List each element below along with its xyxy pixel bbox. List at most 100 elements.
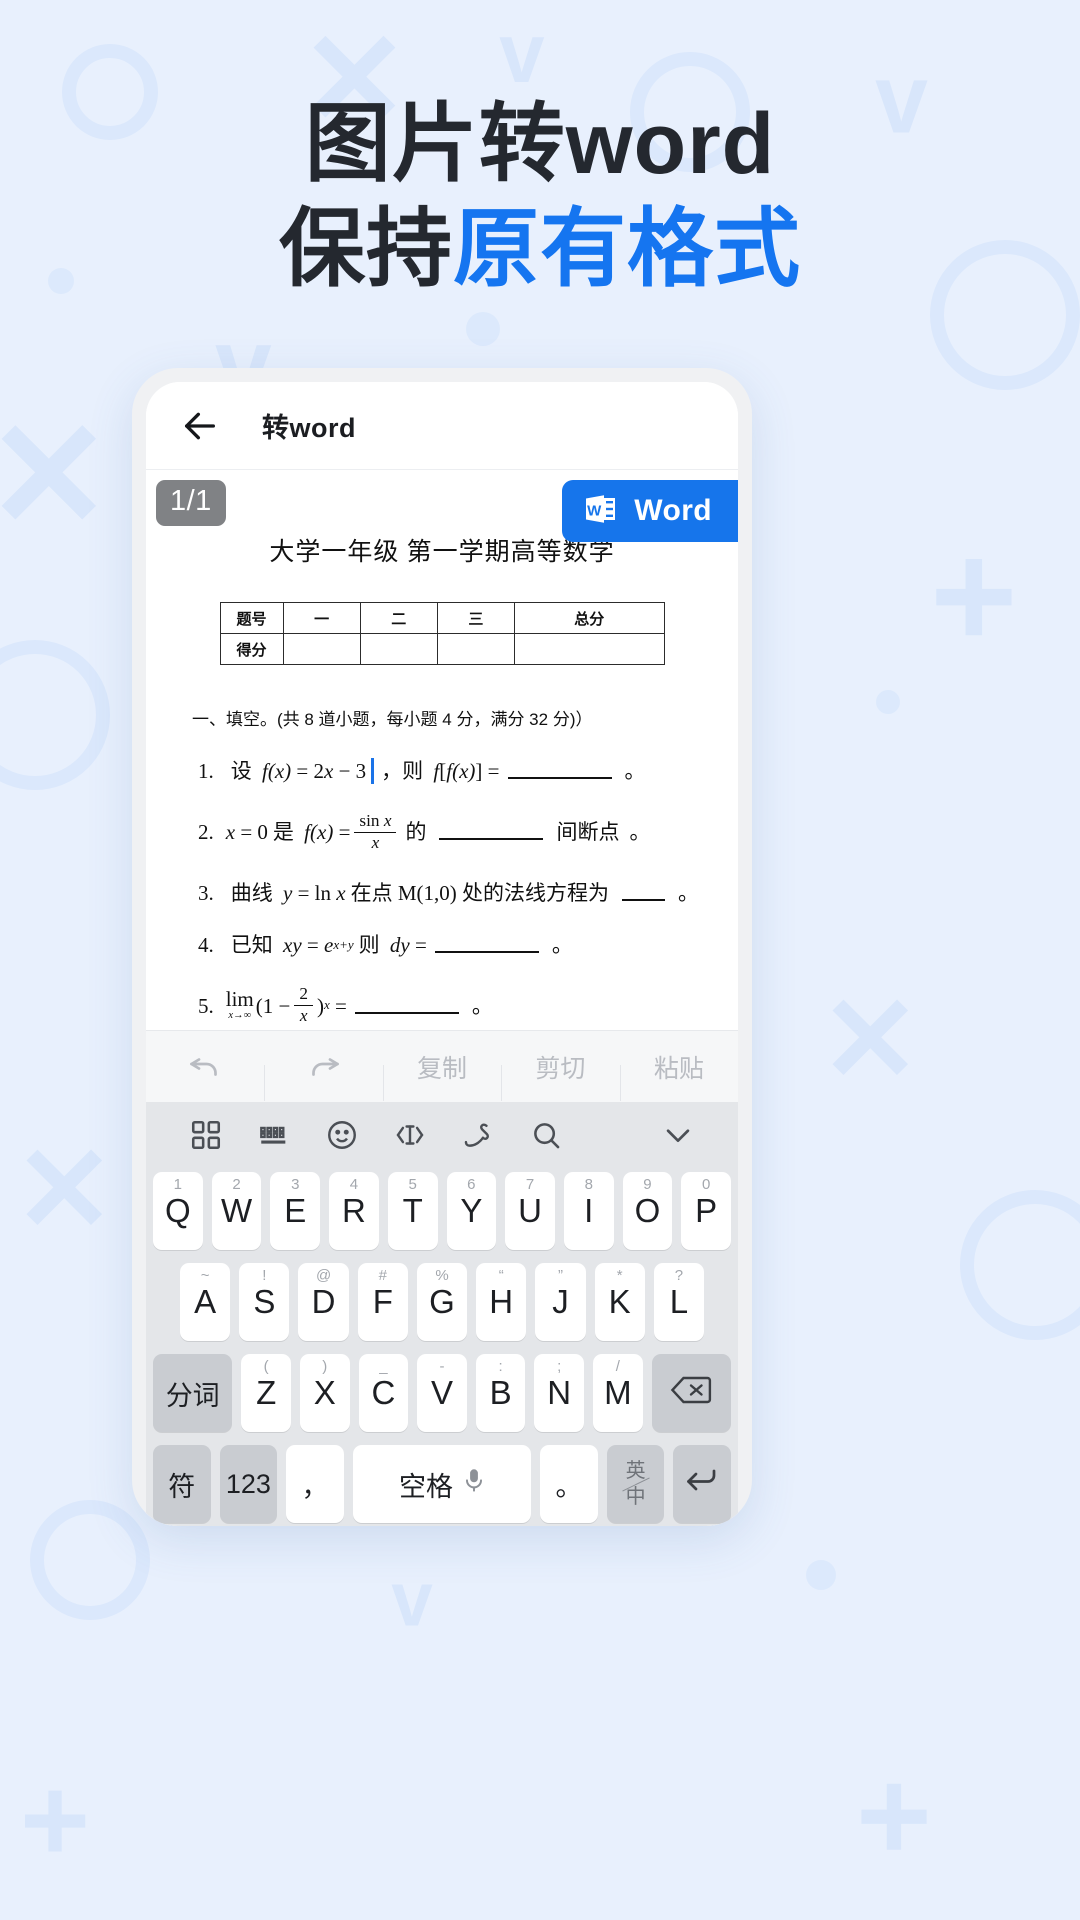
cut-button[interactable]: 剪切: [501, 1049, 619, 1101]
key-d[interactable]: @ D: [298, 1263, 349, 1341]
app-bar: 转word: [146, 382, 738, 470]
key-comma[interactable]: ，: [286, 1445, 344, 1523]
key-x[interactable]: ) X: [299, 1354, 350, 1432]
emoji-icon[interactable]: [308, 1118, 376, 1157]
key-r[interactable]: 4R: [329, 1172, 379, 1250]
phone-mockup: 转word 1/1 W Word 大学一年级 第一学期高等数学 题号 一 二 三…: [132, 368, 752, 1526]
table-cell: [282, 633, 361, 665]
key-o[interactable]: 9O: [622, 1172, 673, 1250]
key-hint: ”: [557, 1267, 563, 1284]
key-t[interactable]: 5T: [387, 1172, 438, 1250]
key-language-toggle[interactable]: 英 中: [606, 1445, 665, 1523]
key-backspace[interactable]: [651, 1354, 732, 1432]
key-g[interactable]: % G: [416, 1263, 468, 1341]
key-label: V: [431, 1374, 454, 1411]
key-label: W: [220, 1192, 253, 1229]
key-space-label: 空格: [399, 1471, 453, 1502]
key-enter[interactable]: [673, 1445, 731, 1523]
deco-plus: +: [20, 1753, 91, 1887]
table-cell: 三: [436, 602, 516, 634]
undo-button[interactable]: [146, 1049, 264, 1085]
key-hint: -: [439, 1358, 445, 1375]
key-hint: ~: [200, 1267, 210, 1284]
key-hint: 9: [643, 1176, 652, 1193]
key-label: I: [584, 1192, 594, 1229]
keyboard-row-4: 符 123 ， 空格 。 英 中: [146, 1445, 738, 1523]
key-h[interactable]: “H: [476, 1263, 527, 1341]
table-row: 得分: [219, 633, 665, 665]
answer-blank: [622, 885, 665, 901]
paste-button[interactable]: 粘贴: [619, 1049, 738, 1101]
key-u[interactable]: 7U: [505, 1172, 555, 1250]
edit-toolbar: 复制 剪切 粘贴: [146, 1030, 738, 1102]
key-period[interactable]: 。: [540, 1445, 598, 1523]
keyboard-toolbar: [146, 1102, 738, 1172]
key-k[interactable]: * K: [594, 1263, 645, 1341]
key-w[interactable]: 2W: [211, 1172, 262, 1250]
key-hint: 7: [525, 1176, 535, 1193]
key-symbols[interactable]: 符: [153, 1445, 211, 1523]
key-m[interactable]: / M: [593, 1354, 643, 1432]
keyboard: 1Q 2W 3E 4R 5T 6Y 7U 8I 9O 0P ~ A ! S @ D #…: [146, 1102, 738, 1526]
key-l[interactable]: ? L: [653, 1263, 704, 1341]
question-2-end: 。: [629, 820, 651, 845]
key-s[interactable]: ! S: [239, 1263, 290, 1341]
key-hint: /: [615, 1358, 620, 1375]
headline: 图片转word 保持原有格式: [0, 92, 1080, 302]
key-hint: “: [498, 1267, 504, 1284]
keyboard-row-3: 分词 (Z ) X _ C -V :B ; N / M: [146, 1354, 738, 1432]
chevron-down-icon[interactable]: [644, 1118, 712, 1157]
key-p[interactable]: 0P: [681, 1172, 732, 1250]
key-e[interactable]: 3E: [270, 1172, 321, 1250]
key-v[interactable]: -V: [417, 1354, 467, 1432]
key-label: U: [518, 1192, 542, 1229]
grid-icon[interactable]: [172, 1118, 240, 1157]
copy-button[interactable]: 复制: [382, 1049, 501, 1101]
table-cell: 二: [359, 602, 438, 634]
key-n[interactable]: ; N: [534, 1354, 585, 1432]
handwriting-icon[interactable]: [444, 1118, 512, 1157]
text-cursor-icon[interactable]: [376, 1118, 444, 1157]
key-label: Y: [460, 1192, 483, 1229]
table-cell: 得分: [219, 633, 284, 665]
deco-ring: [0, 640, 110, 790]
keyboard-icon[interactable]: [240, 1118, 308, 1157]
key-hint: _: [379, 1358, 388, 1375]
export-word-button[interactable]: W Word: [562, 480, 738, 542]
key-word-segment[interactable]: 分词: [153, 1354, 233, 1432]
export-word-label: Word: [634, 494, 712, 527]
table-cell: 一: [282, 602, 361, 634]
headline-line-1: 图片转word: [304, 96, 776, 192]
back-arrow-icon[interactable]: [180, 406, 220, 446]
key-label: Q: [165, 1192, 191, 1229]
question-5-end: 。: [471, 993, 493, 1018]
key-label: T: [402, 1192, 423, 1229]
key-j[interactable]: ” J: [535, 1263, 586, 1341]
key-numeric[interactable]: 123: [219, 1445, 278, 1523]
key-label: C: [371, 1374, 396, 1411]
key-a[interactable]: ~ A: [180, 1263, 231, 1341]
key-y[interactable]: 6Y: [446, 1172, 497, 1250]
key-label: O: [634, 1192, 661, 1229]
key-f[interactable]: # F: [357, 1263, 408, 1341]
key-hint: !: [262, 1267, 267, 1284]
answer-blank: [507, 763, 612, 779]
question-4-mid: 则: [358, 933, 380, 958]
key-b[interactable]: :B: [475, 1354, 526, 1432]
question-3: 3. 曲线 y = ln x 在点 M(1,0) 处的法线方程为 。: [198, 880, 699, 905]
table-cell: [359, 633, 438, 665]
key-hint: #: [378, 1267, 387, 1284]
redo-icon: [306, 1051, 342, 1079]
key-z[interactable]: (Z: [241, 1354, 291, 1432]
key-i[interactable]: 8I: [563, 1172, 614, 1250]
key-q[interactable]: 1Q: [152, 1172, 203, 1250]
redo-button[interactable]: [264, 1049, 382, 1101]
deco-dot: [466, 312, 500, 346]
key-c[interactable]: _ C: [358, 1354, 409, 1432]
key-space[interactable]: 空格: [352, 1445, 532, 1523]
mic-icon[interactable]: [463, 1468, 485, 1501]
search-icon[interactable]: [512, 1118, 580, 1157]
deco-plus: +: [930, 511, 1018, 679]
document-preview[interactable]: 1/1 W Word 大学一年级 第一学期高等数学 题号 一 二 三 总分 得分…: [146, 470, 738, 1030]
question-1-end: 。: [624, 758, 646, 783]
